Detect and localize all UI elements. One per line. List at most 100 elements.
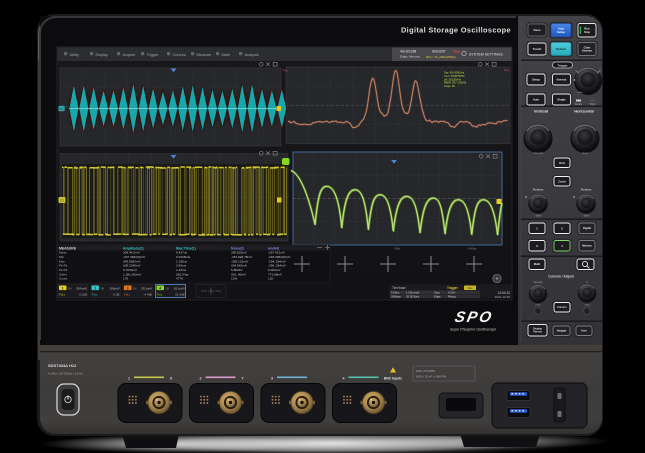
svg-text:Save: Save <box>533 28 540 32</box>
svg-text:12K: 12K <box>268 277 274 281</box>
svg-text:10.1mV/: 10.1mV/ <box>174 287 185 291</box>
svg-text:-21.0dB: -21.0dB <box>174 293 184 297</box>
svg-text:C3: C3 <box>60 199 64 203</box>
svg-text:Memory: Memory <box>582 245 592 248</box>
svg-text:Normal: Normal <box>557 77 567 81</box>
svg-text:Cursors: Cursors <box>557 306 567 309</box>
svg-text:Default: Default <box>556 47 566 51</box>
svg-text:Utility: Utility <box>70 53 79 57</box>
svg-text:Edge: Edge <box>434 295 441 299</box>
svg-text:Navigate: Navigate <box>557 330 567 333</box>
svg-text:Zoom: Zoom <box>558 179 566 183</box>
svg-text:2 Avg: 2 Avg <box>584 304 590 307</box>
svg-text:Math: Math <box>534 262 541 266</box>
svg-text:+: + <box>496 277 499 283</box>
svg-text:Analysis: Analysis <box>245 53 259 57</box>
svg-text:RCL:< B_240(125MA): RCL:< B_240(125MA) <box>426 55 456 59</box>
svg-text:100mV/: 100mV/ <box>110 287 120 291</box>
svg-text:Stop: Stop <box>584 30 591 34</box>
svg-text:1M: 1M <box>101 287 104 290</box>
svg-text:Touch: Touch <box>533 47 542 51</box>
svg-text:Display: Display <box>96 53 109 57</box>
svg-text:FULL: FULL <box>124 294 131 297</box>
svg-text:Trigger: Trigger <box>147 53 160 57</box>
svg-text:1: 1 <box>128 377 130 381</box>
svg-text:4: 4 <box>343 377 345 381</box>
svg-text:Stop: Stop <box>453 50 460 54</box>
svg-text:SIGLENT: SIGLENT <box>432 50 446 54</box>
svg-text:Pos: Pos <box>283 69 288 73</box>
svg-text:-4.4dB: -4.4dB <box>143 293 152 297</box>
svg-text:Auto: Auto <box>467 286 473 290</box>
svg-text:1M: 1M <box>68 287 71 290</box>
svg-text:Measure: Measure <box>197 53 212 57</box>
svg-text:Pos: Pos <box>504 68 509 72</box>
svg-text:SDS7404A H12: SDS7404A H12 <box>48 363 77 368</box>
svg-text:200kpts: 200kpts <box>391 295 401 299</box>
svg-text:Roll: Roll <box>559 161 565 165</box>
svg-text:1: 1 <box>62 286 64 290</box>
svg-text:FULL: FULL <box>59 294 66 297</box>
svg-text:/ Skew: / Skew <box>583 216 590 218</box>
svg-text:4GHz/12Bit: 4GHz/12Bit <box>400 50 416 54</box>
svg-text:Trigger: Trigger <box>447 286 459 290</box>
svg-text:1M: 1M <box>133 287 136 290</box>
svg-text:0.00s: 0.00s <box>394 247 401 251</box>
svg-text:/ Skew: / Skew <box>535 216 542 218</box>
svg-text:Avgs 16: Avgs 16 <box>444 84 455 88</box>
svg-text:Sweeps: Sweeps <box>582 49 593 53</box>
svg-text:Acquire: Acquire <box>123 53 136 57</box>
svg-text:20.1mV/: 20.1mV/ <box>141 287 152 291</box>
svg-text:Intensity: Intensity <box>534 281 544 284</box>
svg-text:2: 2 <box>200 377 202 381</box>
svg-text:3: 3 <box>271 377 273 381</box>
svg-text:/ Intensity: / Intensity <box>533 152 544 155</box>
svg-text:Single: Single <box>557 97 566 101</box>
svg-text:Cursors: Cursors <box>173 53 186 57</box>
svg-text:Digital Storage Oscilloscope: Digital Storage Oscilloscope <box>401 26 511 35</box>
svg-text:10Ω ≤ 5V RMS: 10Ω ≤ 5V RMS <box>416 369 435 373</box>
svg-text:4.00ms: 4.00ms <box>468 247 477 251</box>
svg-text:4: 4 <box>159 286 161 290</box>
svg-text:Timebase: Timebase <box>392 286 406 290</box>
svg-text:SPO: SPO <box>453 309 495 326</box>
svg-text:Persist: Persist <box>533 331 542 334</box>
svg-text:176: 176 <box>123 277 128 281</box>
svg-text:SYSTEM SETTINGS: SYSTEM SETTINGS <box>469 53 503 57</box>
svg-text:Count: Count <box>59 277 67 281</box>
svg-text:4 GHz | 20 GSa/s | 12-bit: 4 GHz | 20 GSa/s | 12-bit <box>48 372 83 376</box>
svg-text:Vertical: Vertical <box>534 109 548 114</box>
svg-text:2: 2 <box>94 286 96 290</box>
svg-text:User: User <box>581 330 587 333</box>
svg-text:Trig'd: Trig'd <box>590 103 596 106</box>
svg-text:Super Phosphor Oscilloscope: Super Phosphor Oscilloscope <box>450 328 496 332</box>
svg-text:/ Zoom: / Zoom <box>581 152 588 155</box>
svg-text:50.0mV/: 50.0mV/ <box>76 287 87 291</box>
svg-text:477K: 477K <box>176 277 184 281</box>
svg-text:Auto: Auto <box>533 98 540 102</box>
svg-text:Cursors / Adjust: Cursors / Adjust <box>548 275 574 279</box>
svg-text:1M: 1M <box>166 287 169 290</box>
svg-text:Math: Math <box>222 53 230 57</box>
svg-text:Trigger: Trigger <box>557 64 568 68</box>
svg-text:3: 3 <box>127 286 129 290</box>
svg-text:Horizontal: Horizontal <box>574 109 594 114</box>
svg-text:Ready: Ready <box>575 103 583 106</box>
svg-text:FULL: FULL <box>92 294 99 297</box>
svg-text:-0.2dB: -0.2dB <box>78 293 87 297</box>
svg-text:20.0GSa/s: 20.0GSa/s <box>406 295 420 299</box>
svg-text:FULL: FULL <box>157 294 164 297</box>
svg-text:Digital: Digital <box>583 226 591 230</box>
svg-text:/ MHz: / MHz <box>577 92 583 94</box>
svg-text:Position: Position <box>581 188 592 192</box>
svg-text:13%: 13% <box>231 277 237 281</box>
svg-text:Setup: Setup <box>532 78 540 82</box>
svg-text:C1: C1 <box>60 107 64 111</box>
svg-text:-0.2B: -0.2B <box>113 293 120 297</box>
svg-text:Setup: Setup <box>557 30 565 34</box>
svg-text:1MΩ // 20 pF ≤ 400V Pk: 1MΩ // 20 pF ≤ 400V Pk <box>416 375 447 379</box>
svg-text:2021-12-30: 2021-12-30 <box>495 295 511 299</box>
svg-text:2 Avg: 2 Avg <box>535 304 541 307</box>
svg-text:Rising: Rising <box>448 295 456 299</box>
svg-text:BNC Inputs: BNC Inputs <box>384 377 402 381</box>
